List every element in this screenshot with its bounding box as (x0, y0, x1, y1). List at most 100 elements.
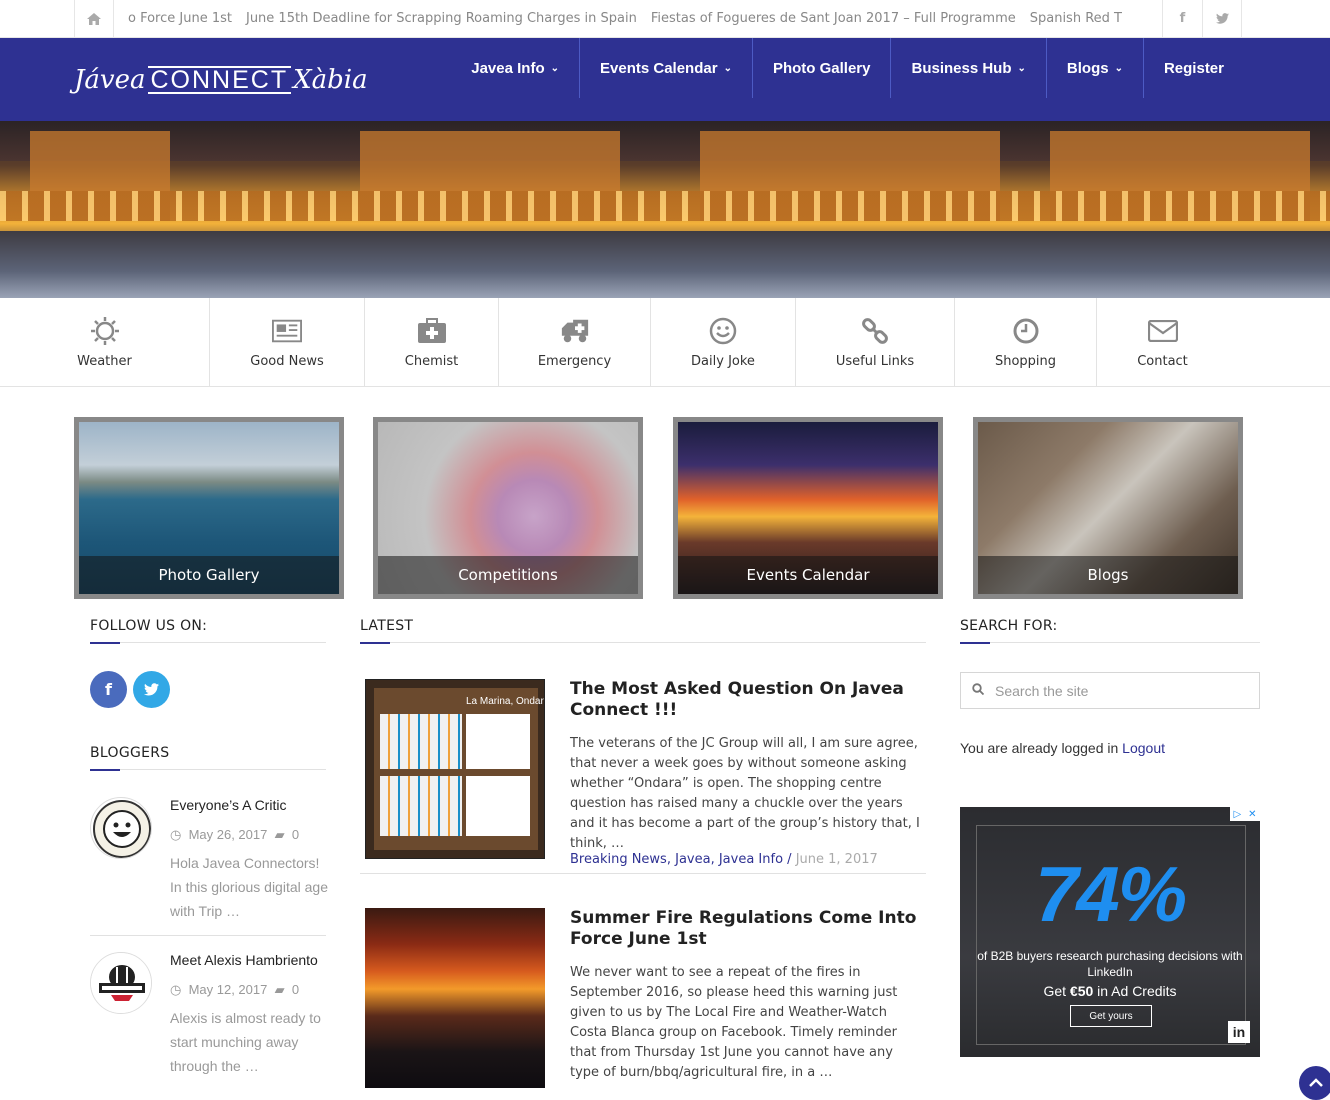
ad-choices-icon[interactable]: ▷ ✕ (1230, 807, 1260, 821)
ambulance-icon (560, 316, 590, 346)
thumb-sheet (466, 714, 530, 769)
logo-part-xabia: Xàbia (293, 65, 368, 95)
search-icon[interactable] (961, 682, 995, 699)
comment-count[interactable]: 0 (292, 827, 299, 842)
quick-link-chemist[interactable]: Chemist (365, 298, 499, 386)
nav-item-label: Business Hub (911, 59, 1012, 77)
blogger-post-excerpt: Hola Javea Connectors! In this glorious … (170, 855, 328, 919)
hero-banner-image (0, 121, 1330, 298)
ad-offer-post: in Ad Credits (1093, 983, 1177, 999)
medkit-icon (417, 316, 447, 346)
scroll-to-top-button[interactable] (1299, 1066, 1330, 1100)
nav-item-label: Blogs (1066, 59, 1109, 77)
nav-item-blogs[interactable]: Blogs ⌄ (1045, 38, 1143, 98)
quick-link-useful-links[interactable]: Useful Links (796, 298, 955, 386)
newspaper-icon (272, 316, 302, 346)
blogger-post-meta: ◷ May 12, 2017 ▰ 0 (170, 982, 299, 998)
nav-item-javea-info[interactable]: Javea Info ⌄ (451, 38, 579, 98)
divider-accent (90, 769, 120, 771)
search-box (960, 672, 1260, 709)
nav-item-register[interactable]: Register (1142, 38, 1244, 98)
blogger-post-title[interactable]: Everyone’s A Critic (170, 797, 286, 813)
divider (360, 642, 926, 644)
logo-part-javea: Jávea (74, 65, 146, 95)
blogger-post-meta: ◷ May 26, 2017 ▰ 0 (170, 827, 299, 843)
smile-icon (708, 316, 738, 346)
comment-count[interactable]: 0 (292, 982, 299, 997)
logo-part-connect: CONNECT (147, 66, 292, 94)
home-icon[interactable] (74, 0, 114, 37)
twitter-follow-icon[interactable] (133, 671, 170, 708)
search-heading: SEARCH FOR: (960, 618, 1058, 634)
quick-link-good-news[interactable]: Good News (210, 298, 365, 386)
divider (90, 769, 326, 771)
envelope-icon (1147, 316, 1178, 346)
quick-link-daily-joke[interactable]: Daily Joke (651, 298, 796, 386)
thumb-caption: La Marina, Ondara (466, 696, 545, 707)
thumb-calendar (380, 714, 462, 769)
tile-caption: Competitions (378, 556, 638, 594)
quick-link-label: Daily Joke (691, 353, 755, 369)
tile-events-calendar[interactable]: Events Calendar (673, 417, 943, 599)
category-link[interactable]: Javea (675, 852, 710, 867)
category-link[interactable]: Breaking News (570, 852, 667, 867)
comment-icon: ▰ (274, 982, 285, 997)
post-title[interactable]: Summer Fire Regulations Come Into Force … (570, 908, 920, 950)
divider (360, 873, 926, 874)
comment-icon: ▰ (274, 827, 285, 842)
thumb-calendar (380, 776, 462, 836)
quick-link-label: Useful Links (835, 353, 915, 369)
divider-accent (960, 642, 990, 644)
post-meta: Breaking News, Javea, Javea Info / June … (570, 852, 878, 867)
post-thumbnail[interactable]: La Marina, Ondara (365, 679, 545, 859)
tile-competitions[interactable]: Competitions (373, 417, 643, 599)
search-input[interactable] (995, 682, 1245, 699)
tile-caption: Blogs (978, 556, 1238, 594)
nav-item-label: Javea Info (471, 59, 545, 77)
quick-link-contact[interactable]: Contact (1097, 298, 1228, 386)
ticker-item[interactable]: Spanish Red T (1030, 11, 1122, 26)
ticker-item[interactable]: Fiestas of Fogueres de Sant Joan 2017 – … (651, 11, 1016, 26)
blogger-item: Meet Alexis Hambriento ◷ May 12, 2017 ▰ … (90, 952, 326, 1082)
site-logo[interactable]: Jávea CONNECT Xàbia (74, 62, 368, 98)
quick-link-emergency[interactable]: Emergency (499, 298, 651, 386)
tile-photo-gallery[interactable]: Photo Gallery (74, 417, 344, 599)
thumb-sheet (466, 776, 530, 836)
quick-link-label: Good News (250, 353, 324, 369)
facebook-icon[interactable]: f (1162, 0, 1202, 37)
logout-link[interactable]: Logout (1122, 740, 1165, 756)
ticker-item[interactable]: o Force June 1st (128, 11, 232, 26)
post-title[interactable]: The Most Asked Question On Javea Connect… (570, 679, 920, 721)
quick-link-weather[interactable]: Weather (0, 298, 210, 386)
post-excerpt: The veterans of the JC Group will all, I… (570, 736, 920, 851)
ticker-item[interactable]: June 15th Deadline for Scrapping Roaming… (246, 11, 637, 26)
twitter-icon[interactable] (1202, 0, 1242, 37)
blogger-post-title[interactable]: Meet Alexis Hambriento (170, 952, 318, 968)
linkedin-ad[interactable]: ▷ ✕ 74% of B2B buyers research purchasing… (960, 807, 1260, 1057)
login-status-text: You are already logged in (960, 740, 1119, 756)
thumb-board: La Marina, Ondara (374, 688, 544, 850)
quick-link-shopping[interactable]: Shopping (955, 298, 1097, 386)
ad-cta-button[interactable]: Get yours (1070, 1005, 1152, 1027)
divider-accent (90, 642, 120, 644)
avatar[interactable] (90, 797, 152, 859)
quick-link-label: Shopping (994, 353, 1057, 369)
latest-heading: LATEST (360, 618, 414, 634)
hero-lights (0, 191, 1330, 221)
nav-item-photo-gallery[interactable]: Photo Gallery (751, 38, 891, 98)
avatar[interactable] (90, 952, 152, 1014)
facebook-follow-icon[interactable]: f (90, 671, 127, 708)
clock-icon: ◷ (170, 982, 182, 997)
tile-blogs[interactable]: Blogs (973, 417, 1243, 599)
chevron-down-icon: ⌄ (550, 62, 560, 74)
login-status: You are already logged in Logout (960, 740, 1165, 756)
post-excerpt: We never want to see a repeat of the fir… (570, 965, 898, 1080)
nav-item-events-calendar[interactable]: Events Calendar ⌄ (579, 38, 752, 98)
site-header: Jávea CONNECT Xàbia Javea Info ⌄ Events C… (0, 38, 1330, 121)
category-link[interactable]: Javea Info (719, 852, 783, 867)
sun-icon (90, 316, 120, 346)
main-nav: Javea Info ⌄ Events Calendar ⌄ Photo Galle… (451, 38, 1244, 98)
post-thumbnail[interactable] (365, 908, 545, 1088)
nav-item-business-hub[interactable]: Business Hub ⌄ (890, 38, 1045, 98)
post-item: Summer Fire Regulations Come Into Force … (360, 908, 926, 1092)
